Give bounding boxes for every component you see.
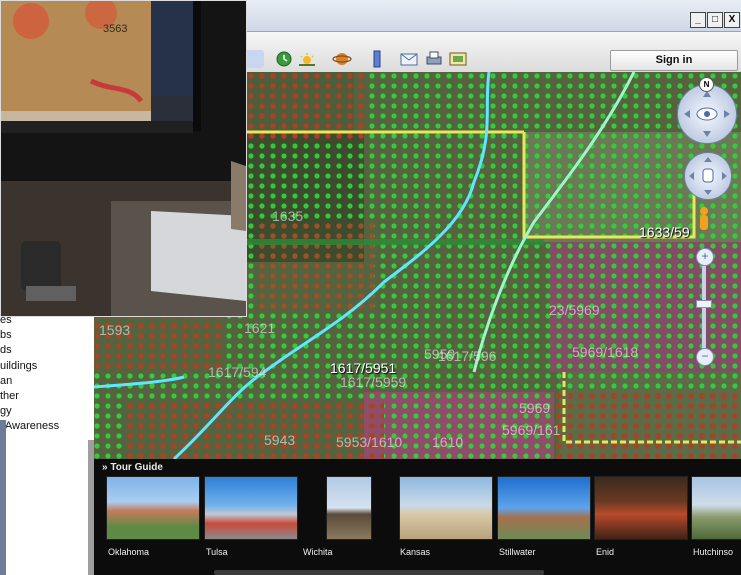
layer-item[interactable]: l Awareness (0, 419, 59, 434)
sidebar-bottom-image (0, 420, 6, 575)
sign-in-button[interactable]: Sign in (610, 50, 738, 71)
move-control[interactable] (684, 152, 732, 200)
print-icon[interactable] (424, 50, 444, 68)
zoom-out-button[interactable]: − (696, 348, 714, 366)
map-label: 1635 (272, 208, 304, 224)
tour-thumbnail[interactable] (204, 476, 298, 540)
tour-place-label: Stillwater (499, 547, 536, 557)
layer-item[interactable]: ds (0, 343, 59, 358)
layer-item[interactable]: gy (0, 404, 59, 419)
map-label: 23/5969 (549, 302, 600, 318)
minimize-button[interactable]: _ (690, 12, 706, 28)
tour-place-label: Enid (596, 547, 615, 557)
map-label: 1617/5959 (340, 374, 407, 390)
layer-item[interactable]: ther (0, 389, 59, 404)
monitor-number-label: 3563 (103, 23, 128, 35)
tour-thumbnail[interactable] (594, 476, 688, 540)
tour-thumbnail[interactable] (497, 476, 591, 540)
tour-place-label: Oklahoma (108, 547, 150, 557)
map-label: 1593 (99, 322, 131, 338)
tour-thumbnail[interactable] (106, 476, 200, 540)
history-icon[interactable] (274, 50, 294, 68)
camera-photo (1, 1, 246, 316)
map-label: 1621 (244, 320, 276, 336)
map-label: 5969/161 (502, 422, 561, 438)
close-button[interactable]: X (724, 12, 740, 28)
tour-thumbnail[interactable] (326, 476, 372, 540)
map-label: 1633/59 (639, 224, 690, 240)
layer-item[interactable]: bs (0, 328, 59, 343)
zoom-in-button[interactable]: + (696, 248, 714, 266)
layers-list: es bs ds uildings an ther gy l Awareness (0, 313, 59, 435)
planet-icon[interactable] (332, 50, 352, 68)
tour-guide-title: Tour Guide (110, 462, 163, 473)
street-view-pegman-icon[interactable] (697, 206, 711, 232)
save-image-icon[interactable] (448, 50, 468, 68)
eye-icon (684, 91, 730, 137)
layers-sidebar: es bs ds uildings an ther gy l Awareness (0, 300, 94, 575)
hand-icon (689, 157, 727, 195)
add-placemark-icon[interactable] (244, 50, 264, 68)
tour-guide-panel: » Tour Guide Oklahoma Tulsa Wichita Kans… (94, 459, 741, 575)
layer-item[interactable]: an (0, 374, 59, 389)
tour-scrollbar[interactable] (214, 570, 544, 575)
map-label: 1610 (432, 434, 464, 450)
email-icon[interactable] (399, 50, 419, 68)
zoom-slider[interactable]: + − (696, 248, 714, 366)
map-label: 5943 (264, 432, 296, 448)
tour-place-label: Kansas (400, 547, 431, 557)
map-label: 5959 (424, 346, 456, 362)
tour-place-label: Tulsa (206, 547, 228, 557)
layer-item[interactable]: uildings (0, 359, 59, 374)
map-label: 1617/594 (208, 364, 267, 380)
title-bar: _ □ X (244, 0, 741, 32)
ruler-icon[interactable] (367, 50, 387, 68)
toolbar: Sign in (244, 32, 741, 73)
sun-icon[interactable] (297, 50, 317, 68)
camera-overlay: 3563 (0, 0, 247, 317)
map-label: 5969/1618 (572, 344, 639, 360)
tour-place-label: Hutchinso (693, 547, 734, 557)
look-control[interactable] (677, 84, 737, 144)
tour-thumbnail[interactable] (691, 476, 741, 540)
maximize-button[interactable]: □ (707, 12, 723, 28)
tour-place-label: Wichita (303, 547, 333, 557)
zoom-thumb[interactable] (696, 300, 712, 308)
tour-thumbnail[interactable] (399, 476, 493, 540)
north-compass-icon[interactable]: N (699, 77, 714, 92)
map-label: 5969 (519, 400, 551, 416)
map-label: 5953/1610 (336, 434, 403, 450)
tour-guide-header[interactable]: » Tour Guide (102, 462, 163, 473)
